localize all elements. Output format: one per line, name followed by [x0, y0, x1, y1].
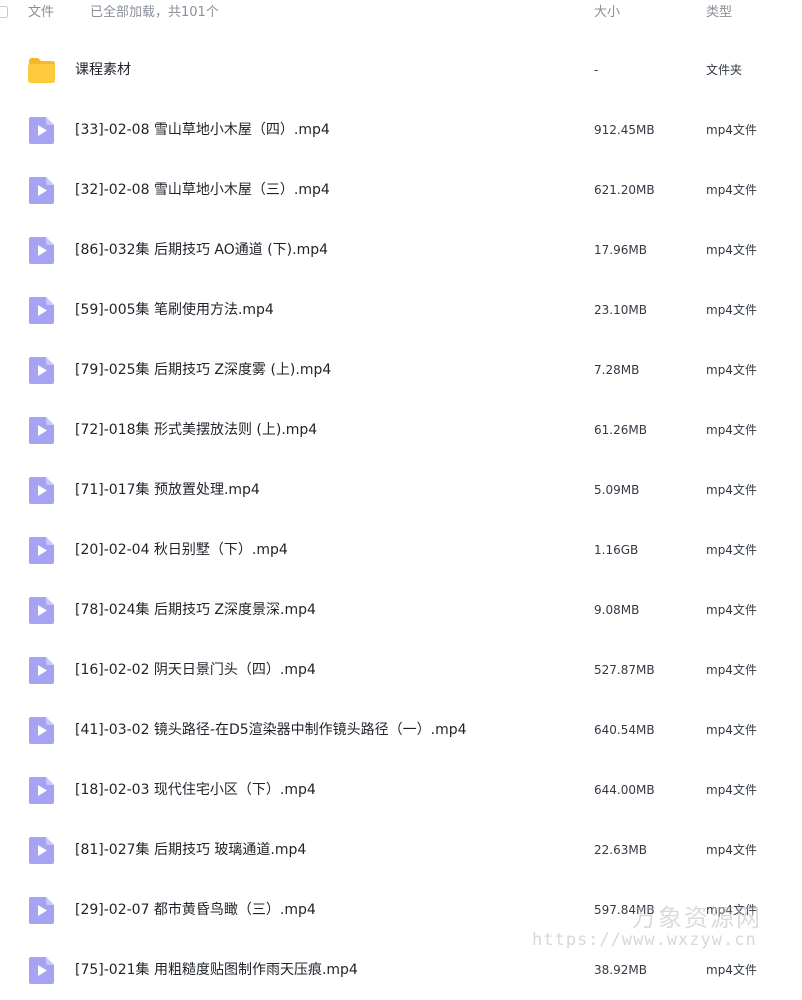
- file-type: mp4文件: [706, 783, 757, 797]
- column-header-type[interactable]: 类型: [706, 4, 732, 22]
- file-type: mp4文件: [706, 723, 757, 737]
- file-type: 文件夹: [706, 63, 743, 77]
- file-type: mp4文件: [706, 363, 757, 377]
- video-file-icon: [28, 235, 55, 265]
- file-row[interactable]: [86]-032集 后期技巧 AO通道 (下).mp4 17.96MB mp4文件: [0, 220, 802, 280]
- file-size: 22.63MB: [594, 843, 647, 857]
- file-row[interactable]: [33]-02-08 雪山草地小木屋（四）.mp4 912.45MB mp4文件: [0, 100, 802, 160]
- video-file-icon: [28, 895, 55, 925]
- file-type: mp4文件: [706, 243, 757, 257]
- file-name[interactable]: [59]-005集 笔刷使用方法.mp4: [75, 300, 274, 320]
- video-file-icon: [28, 775, 55, 805]
- file-name[interactable]: [16]-02-02 阴天日景门头（四）.mp4: [75, 660, 316, 680]
- video-file-icon: [28, 955, 55, 985]
- file-list-header: 文件 已全部加载，共101个 大小 类型: [0, 0, 802, 30]
- file-row[interactable]: [20]-02-04 秋日别墅（下）.mp4 1.16GB mp4文件: [0, 520, 802, 580]
- file-name[interactable]: [32]-02-08 雪山草地小木屋（三）.mp4: [75, 180, 330, 200]
- select-all-checkbox[interactable]: [0, 6, 8, 18]
- video-file-icon: [28, 655, 55, 685]
- file-size: 597.84MB: [594, 903, 655, 917]
- load-status-text: 已全部加载，共101个: [90, 5, 219, 20]
- file-name[interactable]: [86]-032集 后期技巧 AO通道 (下).mp4: [75, 240, 328, 260]
- file-size: 23.10MB: [594, 303, 647, 317]
- file-name[interactable]: [33]-02-08 雪山草地小木屋（四）.mp4: [75, 120, 330, 140]
- video-file-icon: [28, 115, 55, 145]
- file-row[interactable]: [59]-005集 笔刷使用方法.mp4 23.10MB mp4文件: [0, 280, 802, 340]
- file-name[interactable]: [41]-03-02 镜头路径-在D5渲染器中制作镜头路径（一）.mp4: [75, 720, 467, 740]
- file-name[interactable]: [78]-024集 后期技巧 Z深度景深.mp4: [75, 600, 316, 620]
- column-header-file[interactable]: 文件: [28, 4, 54, 22]
- file-type: mp4文件: [706, 423, 757, 437]
- file-name[interactable]: [29]-02-07 都市黄昏鸟瞰（三）.mp4: [75, 900, 316, 920]
- video-file-icon: [28, 355, 55, 385]
- folder-row[interactable]: 课程素材 - 文件夹: [0, 40, 802, 100]
- file-size: 38.92MB: [594, 963, 647, 977]
- file-type: mp4文件: [706, 903, 757, 917]
- file-name[interactable]: 课程素材: [75, 60, 131, 80]
- file-name[interactable]: [79]-025集 后期技巧 Z深度雾 (上).mp4: [75, 360, 331, 380]
- file-name[interactable]: [75]-021集 用粗糙度贴图制作雨天压痕.mp4: [75, 960, 358, 980]
- file-row[interactable]: [78]-024集 后期技巧 Z深度景深.mp4 9.08MB mp4文件: [0, 580, 802, 640]
- video-file-icon: [28, 475, 55, 505]
- file-size: 7.28MB: [594, 363, 640, 377]
- file-size: 527.87MB: [594, 663, 655, 677]
- file-name[interactable]: [18]-02-03 现代住宅小区（下）.mp4: [75, 780, 316, 800]
- video-file-icon: [28, 415, 55, 445]
- file-row[interactable]: [71]-017集 预放置处理.mp4 5.09MB mp4文件: [0, 460, 802, 520]
- video-file-icon: [28, 175, 55, 205]
- video-file-icon: [28, 535, 55, 565]
- file-size: 640.54MB: [594, 723, 655, 737]
- file-size: 17.96MB: [594, 243, 647, 257]
- file-name[interactable]: [72]-018集 形式美摆放法则 (上).mp4: [75, 420, 317, 440]
- video-file-icon: [28, 715, 55, 745]
- file-type: mp4文件: [706, 963, 757, 977]
- file-name[interactable]: [20]-02-04 秋日别墅（下）.mp4: [75, 540, 288, 560]
- file-row[interactable]: [79]-025集 后期技巧 Z深度雾 (上).mp4 7.28MB mp4文件: [0, 340, 802, 400]
- file-size: 61.26MB: [594, 423, 647, 437]
- file-type: mp4文件: [706, 603, 757, 617]
- file-row[interactable]: [41]-03-02 镜头路径-在D5渲染器中制作镜头路径（一）.mp4 640.…: [0, 700, 802, 760]
- video-file-icon: [28, 835, 55, 865]
- folder-icon: [28, 55, 55, 85]
- file-size: 621.20MB: [594, 183, 655, 197]
- file-type: mp4文件: [706, 663, 757, 677]
- file-size: -: [594, 63, 599, 77]
- column-header-size[interactable]: 大小: [594, 4, 620, 22]
- video-file-icon: [28, 595, 55, 625]
- file-type: mp4文件: [706, 843, 757, 857]
- file-row[interactable]: [29]-02-07 都市黄昏鸟瞰（三）.mp4 597.84MB mp4文件: [0, 880, 802, 940]
- file-type: mp4文件: [706, 303, 757, 317]
- file-row[interactable]: [72]-018集 形式美摆放法则 (上).mp4 61.26MB mp4文件: [0, 400, 802, 460]
- file-type: mp4文件: [706, 543, 757, 557]
- file-size: 9.08MB: [594, 603, 640, 617]
- file-type: mp4文件: [706, 483, 757, 497]
- file-name[interactable]: [71]-017集 预放置处理.mp4: [75, 480, 260, 500]
- video-file-icon: [28, 295, 55, 325]
- file-row[interactable]: [16]-02-02 阴天日景门头（四）.mp4 527.87MB mp4文件: [0, 640, 802, 700]
- file-list: 课程素材 - 文件夹 [33]-02-08 雪山草地小木屋（四）.mp4 912.45M…: [0, 40, 802, 1000]
- file-row[interactable]: [75]-021集 用粗糙度贴图制作雨天压痕.mp4 38.92MB mp4文件: [0, 940, 802, 1000]
- file-size: 644.00MB: [594, 783, 655, 797]
- file-size: 5.09MB: [594, 483, 640, 497]
- file-row[interactable]: [81]-027集 后期技巧 玻璃通道.mp4 22.63MB mp4文件: [0, 820, 802, 880]
- file-type: mp4文件: [706, 183, 757, 197]
- file-row[interactable]: [32]-02-08 雪山草地小木屋（三）.mp4 621.20MB mp4文件: [0, 160, 802, 220]
- file-row[interactable]: [18]-02-03 现代住宅小区（下）.mp4 644.00MB mp4文件: [0, 760, 802, 820]
- file-size: 1.16GB: [594, 543, 639, 557]
- file-size: 912.45MB: [594, 123, 655, 137]
- file-name[interactable]: [81]-027集 后期技巧 玻璃通道.mp4: [75, 840, 306, 860]
- file-type: mp4文件: [706, 123, 757, 137]
